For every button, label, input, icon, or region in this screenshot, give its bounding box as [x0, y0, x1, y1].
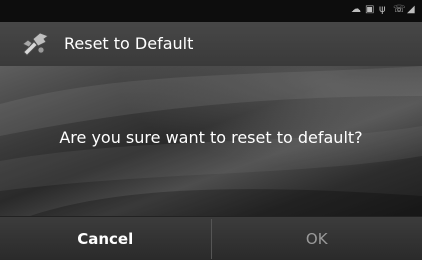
ok-button[interactable]: OK — [212, 217, 422, 260]
tools-icon — [22, 32, 49, 56]
dialog-title: Reset to Default — [64, 34, 194, 53]
notification-icon: ☁ — [351, 4, 361, 15]
status-bar: ☁ ▣ ψ ☏ ◢ — [0, 0, 422, 22]
dialog-titlebar: Reset to Default — [0, 22, 422, 67]
dialog-body: Are you sure want to reset to default? — [0, 66, 422, 216]
phone-icon: ☏ — [393, 4, 406, 15]
sd-card-icon: ▣ — [365, 4, 375, 15]
cancel-button[interactable]: Cancel — [0, 217, 211, 260]
device-screen: ☁ ▣ ψ ☏ ◢ Reset to Default Are you sure … — [0, 0, 422, 260]
signal-icon: ◢ — [407, 4, 415, 15]
dialog-message: Are you sure want to reset to default? — [59, 128, 363, 147]
dialog-button-bar: Cancel OK — [0, 216, 422, 260]
status-icons: ☁ ▣ ψ ☏ ◢ — [351, 5, 416, 15]
usb-icon: ψ — [379, 4, 386, 15]
